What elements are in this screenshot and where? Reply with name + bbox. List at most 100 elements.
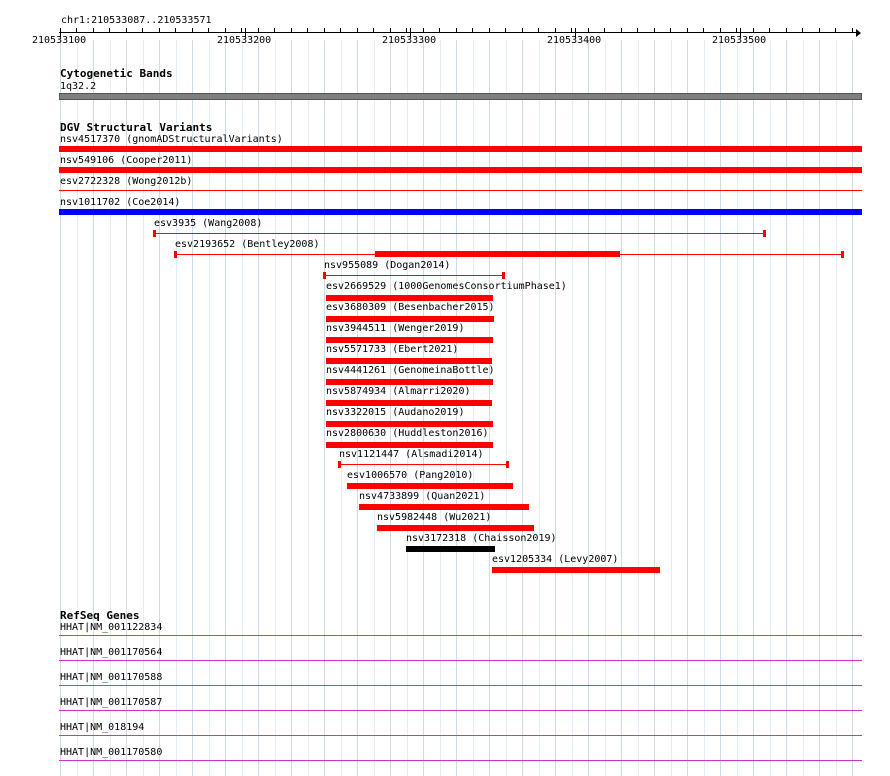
- ruler[interactable]: 210533100 210533200 210533300 210533400 2105…: [0, 0, 890, 50]
- ruler-minor-tick: [472, 28, 473, 33]
- ruler-minor-tick: [93, 28, 94, 33]
- ruler-minor-tick: [159, 28, 160, 33]
- ruler-tick-label: 210533100: [32, 35, 87, 46]
- variant-feature[interactable]: [324, 275, 504, 276]
- variant-feature[interactable]: [406, 546, 495, 552]
- gene-intron-line[interactable]: [59, 660, 862, 661]
- ruler-tick-label: 210533200: [217, 35, 272, 46]
- variant-label[interactable]: nsv3172318 (Chaisson2019): [406, 533, 557, 544]
- ruler-minor-tick: [852, 28, 853, 33]
- variant-feature[interactable]: [326, 316, 494, 322]
- gene-label[interactable]: HHAT|NM_001170564: [60, 647, 162, 658]
- refseq-track-title: RefSeq Genes: [60, 609, 140, 622]
- variant-label[interactable]: nsv5982448 (Wu2021): [377, 512, 491, 523]
- variant-feature[interactable]: [326, 400, 492, 406]
- variant-feature[interactable]: [326, 379, 493, 385]
- ruler-minor-tick: [819, 28, 820, 33]
- ruler-minor-tick: [175, 28, 176, 33]
- variant-feature[interactable]: [339, 464, 508, 465]
- ruler-minor-tick: [769, 28, 770, 33]
- cytoband-bar[interactable]: [59, 93, 862, 100]
- variant-feature[interactable]: [492, 567, 660, 573]
- variant-label[interactable]: esv1205334 (Levy2007): [492, 554, 618, 565]
- ruler-minor-tick: [76, 28, 77, 33]
- variant-block[interactable]: [375, 251, 620, 257]
- gene-label[interactable]: HHAT|NM_018194: [60, 722, 144, 733]
- variant-end-cap: [506, 461, 509, 468]
- variant-label[interactable]: nsv955089 (Dogan2014): [324, 260, 450, 271]
- cytoband-track-title: Cytogenetic Bands: [60, 67, 173, 80]
- ruler-minor-tick: [258, 28, 259, 33]
- variant-feature[interactable]: [59, 209, 862, 215]
- variant-end-cap: [323, 272, 326, 279]
- gene-intron-line[interactable]: [59, 760, 862, 761]
- ruler-minor-tick: [126, 28, 127, 33]
- variant-label[interactable]: nsv3322015 (Audano2019): [326, 407, 464, 418]
- variant-label[interactable]: nsv4733899 (Quan2021): [359, 491, 485, 502]
- ruler-minor-tick: [208, 28, 209, 33]
- ruler-minor-tick: [307, 28, 308, 33]
- ruler-tick-label: 210533300: [382, 35, 437, 46]
- ruler-minor-tick: [241, 28, 242, 33]
- dgv-track-title: DGV Structural Variants: [60, 121, 213, 134]
- variant-label[interactable]: esv3935 (Wang2008): [154, 218, 262, 229]
- variant-label[interactable]: nsv4441261 (GenomeinaBottle): [326, 365, 495, 376]
- variant-feature[interactable]: [359, 504, 529, 510]
- ruler-minor-tick: [340, 28, 341, 33]
- variant-feature[interactable]: [59, 190, 862, 191]
- gene-label[interactable]: HHAT|NM_001170588: [60, 672, 162, 683]
- ruler-minor-tick: [274, 28, 275, 33]
- variant-label[interactable]: esv2722328 (Wong2012b): [60, 176, 192, 187]
- ruler-minor-tick: [373, 28, 374, 33]
- variant-feature[interactable]: [326, 442, 493, 448]
- ruler-minor-tick: [390, 28, 391, 33]
- gene-intron-line[interactable]: [59, 685, 862, 686]
- variant-feature[interactable]: [326, 421, 493, 427]
- ruler-minor-tick: [720, 28, 721, 33]
- variant-feature[interactable]: [347, 483, 513, 489]
- gene-label[interactable]: HHAT|NM_001170587: [60, 697, 162, 708]
- ruler-minor-tick: [142, 28, 143, 33]
- ruler-minor-tick: [439, 28, 440, 33]
- ruler-minor-tick: [456, 28, 457, 33]
- variant-label[interactable]: nsv1011702 (Coe2014): [60, 197, 180, 208]
- ruler-minor-tick: [291, 28, 292, 33]
- variant-label[interactable]: nsv5571733 (Ebert2021): [326, 344, 458, 355]
- gene-intron-line[interactable]: [59, 635, 862, 636]
- ruler-minor-tick: [555, 28, 556, 33]
- variant-end-cap: [763, 230, 766, 237]
- ruler-minor-tick: [225, 28, 226, 33]
- variant-end-cap: [174, 251, 177, 258]
- ruler-minor-tick: [654, 28, 655, 33]
- ruler-minor-tick: [406, 28, 407, 33]
- gene-label[interactable]: HHAT|NM_001122834: [60, 622, 162, 633]
- variant-feature[interactable]: [377, 525, 534, 531]
- variant-end-cap: [841, 251, 844, 258]
- variant-label[interactable]: nsv5874934 (Almarri2020): [326, 386, 471, 397]
- ruler-minor-tick: [489, 28, 490, 33]
- ruler-minor-tick: [786, 28, 787, 33]
- variant-feature[interactable]: [59, 146, 862, 152]
- ruler-minor-tick: [835, 28, 836, 33]
- variant-label[interactable]: esv2193652 (Bentley2008): [175, 239, 320, 250]
- variant-feature[interactable]: [154, 233, 765, 234]
- variant-label[interactable]: nsv1121447 (Alsmadi2014): [339, 449, 484, 460]
- variant-label[interactable]: esv1006570 (Pang2010): [347, 470, 473, 481]
- ruler-end-arrow: [856, 29, 861, 37]
- variant-label[interactable]: nsv3944511 (Wenger2019): [326, 323, 464, 334]
- gene-intron-line[interactable]: [59, 710, 862, 711]
- variant-feature[interactable]: [59, 167, 862, 173]
- variant-feature[interactable]: [326, 337, 493, 343]
- variant-feature[interactable]: [326, 358, 492, 364]
- gene-intron-line[interactable]: [59, 735, 862, 736]
- ruler-minor-tick: [604, 28, 605, 33]
- gene-label[interactable]: HHAT|NM_001170580: [60, 747, 162, 758]
- ruler-minor-tick: [522, 28, 523, 33]
- variant-label[interactable]: nsv549106 (Cooper2011): [60, 155, 192, 166]
- ruler-minor-tick: [423, 28, 424, 33]
- variant-label[interactable]: esv3680309 (Besenbacher2015): [326, 302, 495, 313]
- variant-feature[interactable]: [326, 295, 493, 301]
- variant-label[interactable]: nsv2800630 (Huddleston2016): [326, 428, 489, 439]
- variant-label[interactable]: nsv4517370 (gnomADStructuralVariants): [60, 134, 283, 145]
- variant-label[interactable]: esv2669529 (1000GenomesConsortiumPhase1): [326, 281, 567, 292]
